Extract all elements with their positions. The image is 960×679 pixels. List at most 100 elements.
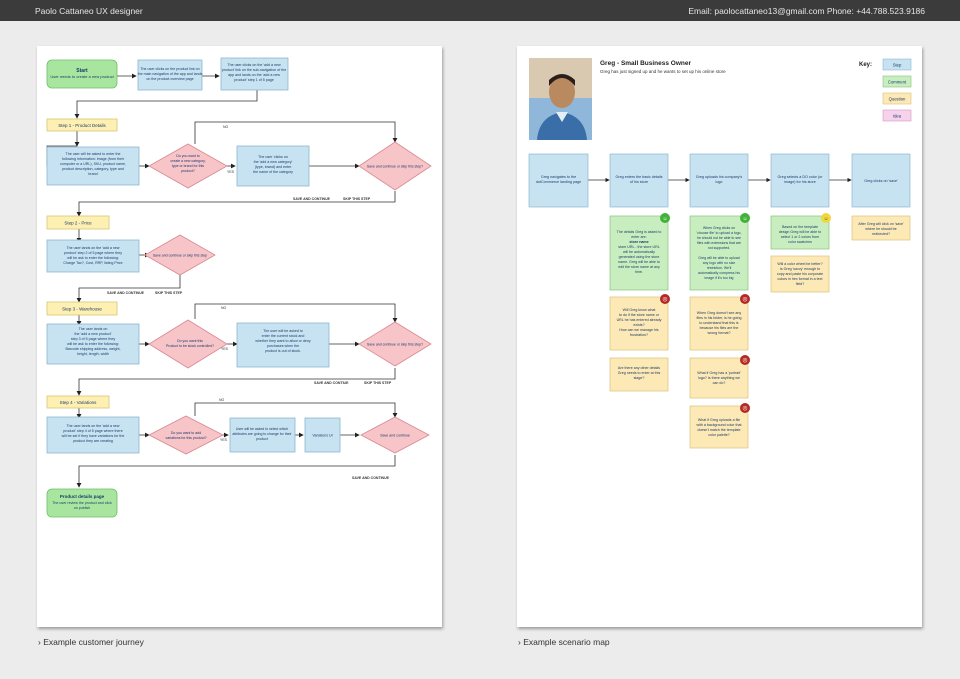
- step1-line: following information: image (from their: [62, 157, 125, 161]
- no-label-3: NO: [221, 306, 227, 310]
- persona-name: Greg - Small Business Owner: [600, 60, 691, 67]
- q4-line: What if Greg has a 'portrait': [697, 371, 741, 375]
- c1-line: generated using the store: [619, 255, 660, 259]
- caption-customer-journey: › Example customer journey: [38, 637, 144, 647]
- q2-line: stage?: [634, 376, 645, 380]
- d1-box-line: The user 'clicks on: [258, 155, 288, 159]
- category-box-text: The user 'clicks on the 'add a new categ…: [253, 155, 293, 174]
- sad-face-glyph: ☹: [742, 357, 747, 364]
- step1-line: brand: [88, 172, 97, 176]
- c2-line: not supported.: [708, 246, 730, 250]
- q1-line: frustration?: [630, 333, 648, 337]
- c3-line: Based on the template: [782, 225, 818, 229]
- box-b-line: The user clicks on the 'add a new: [227, 63, 281, 67]
- c2-line: image if it's too big: [705, 276, 734, 280]
- step4-line: product' step 4 of 5 page where there: [63, 429, 122, 433]
- customer-journey-sheet: Start User needs to create a new product…: [37, 46, 442, 627]
- step3-line: height, length, width: [77, 352, 109, 356]
- q6-line: colors in hex format in a text: [778, 277, 823, 281]
- key-idea-label: Idea: [893, 114, 902, 119]
- step2-line: Charge Tax?, Cost, RRP, listing Price: [63, 261, 122, 265]
- box-b-line: app and lands on the 'add a new: [228, 73, 280, 77]
- no-label-4: NO: [219, 398, 225, 402]
- d4-box-line: product: [256, 437, 268, 441]
- step3-line: will be ask to enter the following:: [67, 342, 119, 346]
- c1-line: edit the store name at any: [618, 265, 660, 269]
- c1-line: time.: [635, 270, 643, 274]
- c4-line: redirected?: [872, 232, 890, 236]
- step1-line: The user will be asked to enter the: [66, 152, 121, 156]
- scenario-step-3-line: Greg uploads his company's: [696, 175, 743, 179]
- scenario-step-5-line: Greg clicks on 'save': [864, 179, 898, 183]
- d1-line: create a new category,: [170, 159, 205, 163]
- c2-line: automatically compress his: [698, 271, 740, 275]
- process-box-a-text: The user clicks on the product link on t…: [138, 67, 203, 81]
- skip-step-label-3: SKIP THIS STEP: [364, 381, 392, 385]
- yes-label-3: YES: [221, 347, 229, 351]
- q5-line: doesn't match the template: [697, 428, 740, 432]
- d1-box-line: the 'add a new category': [254, 160, 293, 164]
- step1-line: computer or a URL), SKU, product name,: [60, 162, 126, 166]
- d4-line: Do you want to add: [171, 431, 201, 435]
- q2-line: Are there any other details: [618, 366, 660, 370]
- c3-line: design Greg will be able to: [779, 230, 821, 234]
- q6-line: field?: [796, 282, 805, 286]
- d1-box-line: (type, brand) and enter: [255, 165, 292, 169]
- save-continue-label-3: SAVE AND CONTIUE: [314, 381, 349, 385]
- c1-line: store URL - the store URL: [618, 245, 659, 249]
- c2-line: 'choose file' to upload a logo,: [697, 231, 742, 235]
- d1-line: Do you want to: [176, 154, 199, 158]
- scenario-step-2-line: of his store: [630, 180, 648, 184]
- step3-line: Barcode shipping address, weight,: [66, 347, 121, 351]
- c2-line: any logo with no size: [703, 261, 736, 265]
- scenario-step-1-line: Greg navigates to the: [541, 175, 576, 179]
- variations-ui-label: Variations UI: [312, 434, 332, 438]
- d1-line: product?: [181, 169, 195, 173]
- c2-line: he should not be able to see: [697, 236, 741, 240]
- d4-box-line: attributes are going to change for their: [232, 432, 292, 436]
- save-skip-3: Save and continue or skip this step?: [367, 343, 423, 347]
- q4-line: logo? Is there anything we: [698, 376, 740, 380]
- end-sub-line: The user review the product and click: [52, 501, 112, 505]
- yes-label-4: YES: [220, 438, 228, 442]
- happy-face-glyph: ☺: [742, 216, 747, 222]
- q4-line: can do?: [713, 381, 726, 385]
- key-step-label: Step: [893, 63, 902, 68]
- q3-line: wrong format?: [708, 331, 731, 335]
- scenario-map-sheet: Greg - Small Business Owner Greg has jus…: [517, 46, 922, 627]
- scenario-step-4-line: Greg selects a DO color (or: [778, 175, 824, 179]
- end-sub-line: on publish: [74, 506, 90, 510]
- step4-label: Step 4 - Variations: [60, 400, 97, 405]
- c4-line: After Greg will click on 'save': [858, 222, 904, 226]
- no-label: NO: [223, 125, 229, 129]
- c2-line: Greg will be able to upload: [698, 256, 739, 260]
- save-continue-4: Save and continue: [380, 434, 410, 438]
- step4-line: will be set if they have variations for …: [62, 434, 125, 438]
- caption-scenario-map: › Example scenario map: [518, 637, 610, 647]
- scenario-step-4-line: image) for his store: [784, 180, 816, 184]
- customer-journey-diagram: Start User needs to create a new product…: [46, 57, 432, 518]
- q6-line: copy and paste his corporate: [777, 272, 823, 276]
- q3-line: because his files are the: [700, 326, 739, 330]
- persona-description: Greg has just signed up and he wants to …: [600, 69, 726, 74]
- step2-line: The user lands on the 'add a new: [66, 246, 119, 250]
- q1-line: to do if the store name or: [619, 313, 660, 317]
- box-a-line: on the product overview page: [146, 77, 193, 81]
- step3-line: step 3 of 5 page where they: [71, 337, 116, 341]
- c4-line: where he should be: [865, 227, 896, 231]
- c3-line: select 1 or 2 colors from: [781, 235, 819, 239]
- q6-line: Will a color wheel be better?: [777, 262, 822, 266]
- header-bar: Paolo Cattaneo UX designer Email: paoloc…: [0, 0, 960, 21]
- d3-box-line: purchases when the: [267, 344, 299, 348]
- contact-info: Email: paolocattaneo13@gmail.com Phone: …: [688, 6, 925, 16]
- c1-line: The details Greg is asked to: [617, 230, 662, 234]
- skip-step-label-1: SKIP THIS STEP: [343, 197, 371, 201]
- q6-line: Is Greg 'savvy' enough to: [780, 267, 820, 271]
- q5-line: What if Greg uploads a file: [698, 418, 740, 422]
- q1-line: How can we manage his: [619, 328, 658, 332]
- step3-label: Step 3 - Warehouse: [62, 307, 102, 312]
- q1-line: exists?: [633, 323, 644, 327]
- d3-line: Do you want this: [177, 339, 203, 343]
- decision-4-text: Do you want to add variations for this p…: [165, 431, 206, 440]
- key-comment-label: Comment: [888, 80, 907, 85]
